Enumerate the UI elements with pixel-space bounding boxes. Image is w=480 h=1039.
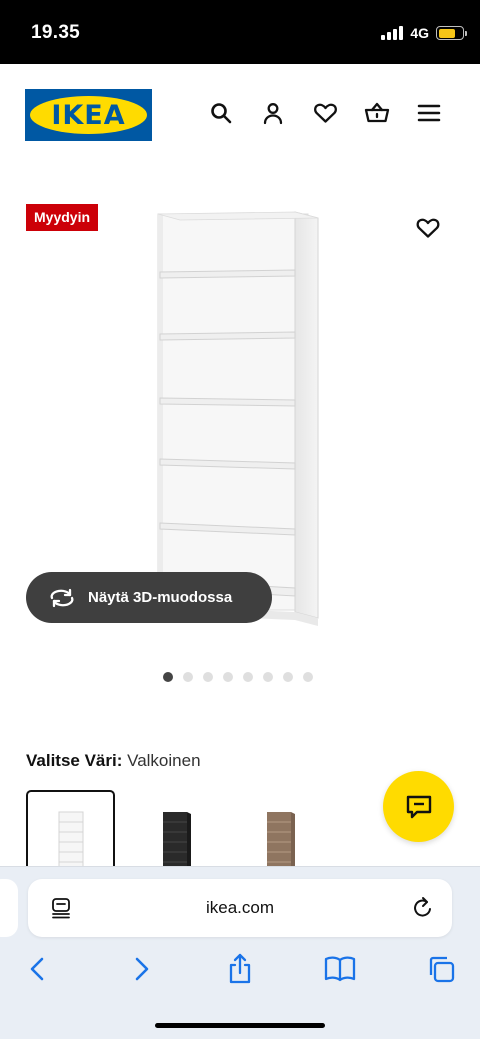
reload-icon[interactable] <box>412 896 434 925</box>
status-bar: 19.35 4G <box>0 0 480 64</box>
color-swatches <box>26 790 323 870</box>
carousel-dot[interactable] <box>163 672 173 682</box>
chat-icon <box>406 795 431 818</box>
signal-icon <box>381 26 404 40</box>
back-icon[interactable] <box>20 951 56 987</box>
carousel-dot[interactable] <box>283 672 293 682</box>
share-icon[interactable] <box>222 951 258 987</box>
view-3d-label: Näytä 3D-muodossa <box>88 589 233 606</box>
home-indicator <box>155 1023 325 1028</box>
image-carousel-dots <box>163 672 313 682</box>
browser-toolbar: ikea.com <box>0 866 480 1039</box>
bookmarks-icon[interactable] <box>322 951 358 987</box>
search-icon[interactable] <box>208 100 234 126</box>
user-icon[interactable] <box>260 100 286 126</box>
tabs-icon[interactable] <box>423 951 459 987</box>
ikea-logo[interactable]: IKEA <box>25 89 152 141</box>
url-text: ikea.com <box>205 898 275 917</box>
carousel-dot[interactable] <box>203 672 213 682</box>
previous-tab-preview[interactable] <box>0 879 18 937</box>
header-actions <box>208 100 442 126</box>
view-3d-button[interactable]: Näytä 3D-muodossa <box>26 572 272 623</box>
status-time: 19.35 <box>31 22 81 43</box>
forward-icon[interactable] <box>123 951 159 987</box>
browser-nav <box>0 951 480 991</box>
bestseller-badge: Myydyin <box>26 204 99 231</box>
address-bar[interactable]: ikea.com <box>28 879 452 937</box>
rotate-3d-icon <box>50 588 74 607</box>
chat-button[interactable] <box>383 771 454 842</box>
carousel-dot[interactable] <box>243 672 253 682</box>
color-value: Valkoinen <box>127 751 201 770</box>
carousel-dot[interactable] <box>303 672 313 682</box>
color-label: Valitse Väri: <box>26 751 123 770</box>
carousel-dot[interactable] <box>183 672 193 682</box>
swatch-brown[interactable] <box>234 790 323 870</box>
battery-icon <box>436 26 467 40</box>
site-header: IKEA <box>0 64 480 164</box>
carousel-dot[interactable] <box>223 672 233 682</box>
menu-icon[interactable] <box>416 100 442 126</box>
swatch-white[interactable] <box>26 790 115 870</box>
color-selector-label: Valitse Väri: Valkoinen <box>26 751 201 771</box>
status-indicators: 4G <box>381 25 467 41</box>
carousel-dot[interactable] <box>263 672 273 682</box>
basket-icon[interactable] <box>364 100 390 126</box>
swatch-black[interactable] <box>130 790 219 870</box>
heart-icon <box>416 218 440 238</box>
heart-icon[interactable] <box>312 100 338 126</box>
logo-text: IKEA <box>51 100 126 131</box>
network-type: 4G <box>410 25 429 41</box>
favourite-button[interactable] <box>414 214 442 242</box>
